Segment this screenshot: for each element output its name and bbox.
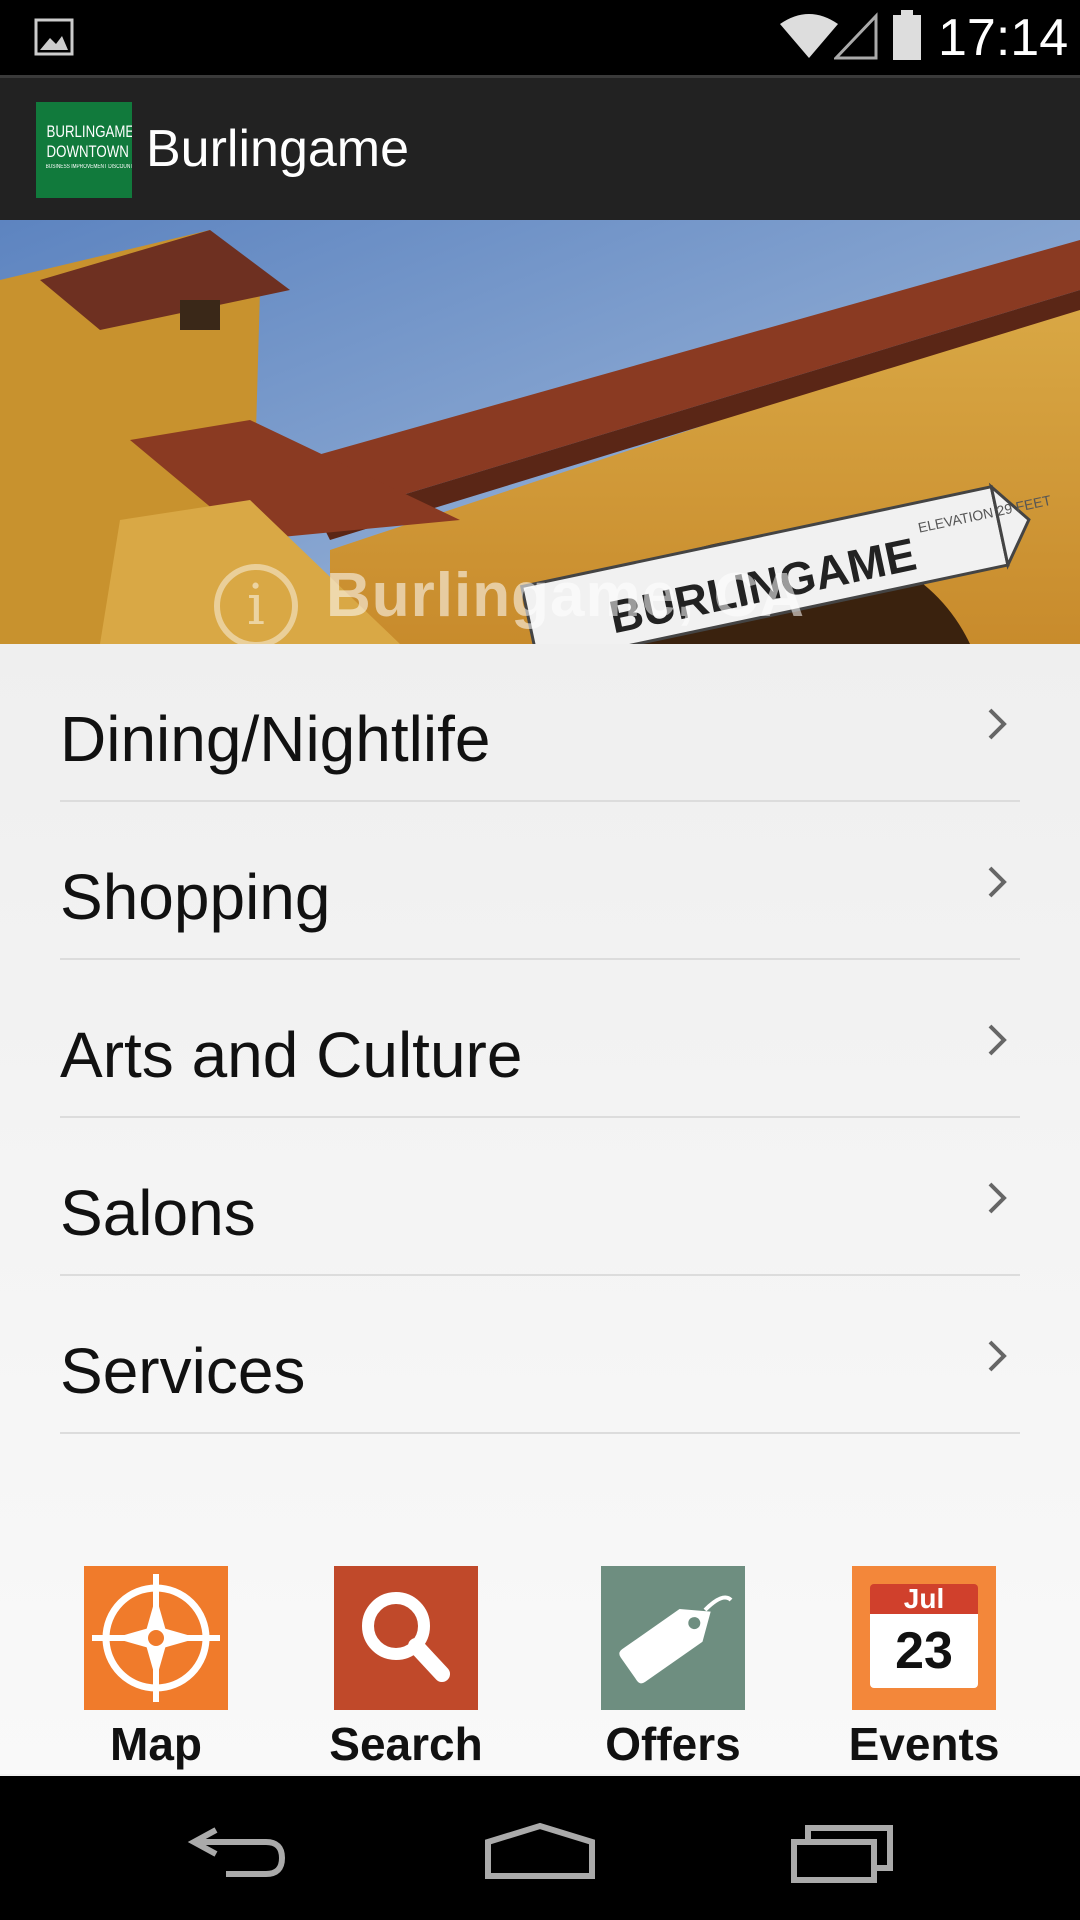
status-bar: 17:14 <box>0 0 1080 75</box>
system-nav-bar <box>0 1776 1080 1920</box>
app-logo[interactable]: BURLINGAME DOWNTOWN BUSINESS IMPROVEMENT… <box>36 102 132 198</box>
chevron-right-icon <box>988 708 1007 740</box>
offers-tab[interactable]: Offers <box>601 1566 801 1770</box>
calendar-day: 23 <box>870 1614 978 1688</box>
chevron-right-icon <box>988 1340 1007 1372</box>
wifi-icon <box>780 14 838 58</box>
status-time: 17:14 <box>938 9 1069 67</box>
info-icon[interactable]: i <box>214 564 298 644</box>
map-tab-label: Map <box>110 1718 202 1770</box>
events-tab-label: Events <box>848 1718 1000 1770</box>
logo-line-2: DOWNTOWN <box>46 142 129 161</box>
signal-icon <box>834 12 878 60</box>
list-item-label: Salons <box>60 1177 256 1249</box>
search-tab-label: Search <box>329 1718 483 1770</box>
list-item-salons[interactable]: Salons <box>60 1118 1020 1276</box>
calendar-month: Jul <box>870 1584 978 1614</box>
tag-icon <box>601 1566 745 1710</box>
list-item-shopping[interactable]: Shopping <box>60 802 1020 960</box>
map-tab[interactable]: Map <box>84 1566 284 1770</box>
list-item-label: Dining/Nightlife <box>60 703 491 775</box>
list-item-label: Services <box>60 1335 306 1407</box>
compass-icon <box>84 1566 228 1710</box>
search-tab[interactable]: Search <box>329 1566 534 1770</box>
back-icon[interactable] <box>186 1824 290 1880</box>
chevron-right-icon <box>988 1182 1007 1214</box>
home-icon[interactable] <box>484 1822 596 1882</box>
chevron-right-icon <box>988 1024 1007 1056</box>
list-item-services[interactable]: Services <box>60 1276 1020 1434</box>
battery-icon <box>893 10 921 60</box>
app-title: Burlingame <box>146 120 410 178</box>
list-item-label: Arts and Culture <box>60 1019 523 1091</box>
list-item-label: Shopping <box>60 861 331 933</box>
image-notification-icon <box>34 18 74 56</box>
list-item-arts-culture[interactable]: Arts and Culture <box>60 960 1020 1118</box>
chevron-right-icon <box>988 866 1007 898</box>
logo-line-3: BUSINESS IMPROVEMENT DISCOUNT <box>45 164 132 170</box>
offers-tab-label: Offers <box>605 1718 741 1770</box>
hero-banner[interactable]: BURLINGAME ELEVATION 29 FEET i Burlingam… <box>0 220 1080 644</box>
search-icon <box>334 1566 478 1710</box>
events-tab[interactable]: Jul 23 Events <box>849 1566 1052 1770</box>
calendar-icon: Jul 23 <box>852 1566 996 1710</box>
banner-caption: Burlingame, CA <box>326 561 806 630</box>
recent-apps-icon[interactable] <box>790 1820 896 1884</box>
action-bar: BURLINGAME DOWNTOWN BUSINESS IMPROVEMENT… <box>0 75 1080 220</box>
list-item-dining-nightlife[interactable]: Dining/Nightlife <box>60 644 1020 802</box>
logo-line-1: BURLINGAME <box>46 122 132 141</box>
